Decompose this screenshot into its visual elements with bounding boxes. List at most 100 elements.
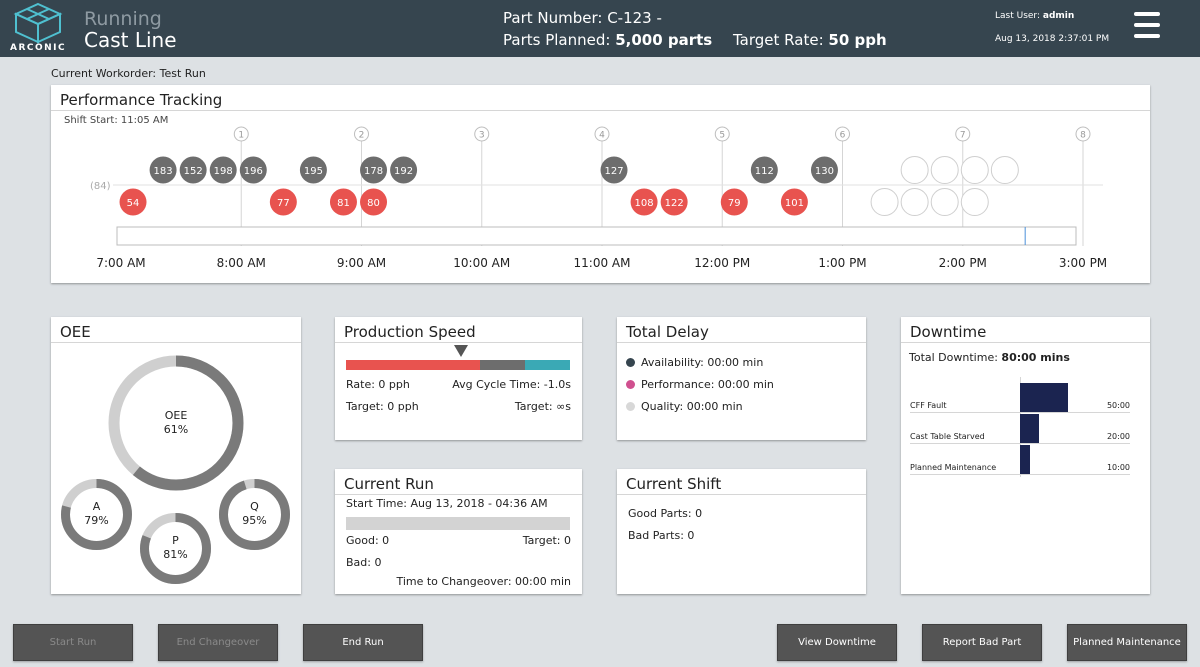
arconic-logo: ARCONIC (10, 2, 66, 54)
time-axis-label: 11:00 AM (573, 256, 631, 270)
availability-gauge-value: 79% (84, 514, 109, 527)
performance-gauge-label: P (172, 534, 179, 547)
last-user-value: admin (1042, 11, 1075, 21)
oee-gauge-label: OEE (164, 409, 188, 422)
hour-marker-number: 5 (719, 131, 725, 141)
hour-marker-number: 8 (1080, 131, 1086, 141)
empty-slot (930, 156, 959, 184)
run-bad-count: Bad: 0 (346, 556, 382, 569)
total-downtime: Total Downtime: 80:00 mins (909, 351, 1070, 364)
performance-timeline: 1 2 3 4 5 6 7 8 (84) 183 152 198 196 195 178 192 127 112 1… (90, 126, 1103, 246)
brand-name: ARCONIC (10, 43, 67, 53)
output-bubble-above-value: 112 (755, 166, 774, 177)
downtime-row: Cast Table Starved 20:00 (910, 414, 1130, 444)
output-bubble-above-value: 198 (214, 166, 233, 177)
downtime-bar (1020, 383, 1068, 412)
end-run-button[interactable]: End Run (303, 624, 423, 661)
cube-logo-icon (13, 2, 63, 44)
avg-cycle-time: Avg Cycle Time: -1.0s (452, 378, 571, 391)
target-rate: Target Rate: 50 pph (733, 31, 887, 49)
empty-slot (960, 156, 989, 184)
hour-marker-number: 1 (238, 131, 244, 141)
empty-slot (900, 188, 929, 216)
line-name: Cast Line (84, 28, 177, 52)
output-bubble-above-value: 127 (604, 166, 623, 177)
speed-bar-teal-zone (525, 360, 570, 370)
panel-title: Total Delay (626, 323, 709, 341)
performance-gauge-value: 81% (163, 548, 188, 561)
time-axis-label: 9:00 AM (336, 256, 387, 270)
part-number: Part Number: C-123 - (503, 9, 662, 27)
report-bad-part-button[interactable]: Report Bad Part (922, 624, 1042, 661)
panel-title: Current Shift (626, 475, 722, 493)
downtime-reason: CFF Fault (910, 401, 947, 410)
performance-tracking-panel: Performance Tracking Shift Start: 11:05 … (51, 85, 1150, 283)
availability-dot-icon (626, 358, 635, 367)
target-cycle-time: Target: ∞s (514, 400, 571, 413)
availability-gauge: A 79% (60, 478, 133, 551)
time-axis-label: 8:00 AM (216, 256, 266, 270)
shift-bad-parts: Bad Parts: 0 (628, 529, 695, 542)
downtime-reason: Cast Table Starved (910, 432, 985, 441)
oee-gauge: OEE 61% (107, 354, 245, 492)
output-bubble-below-value: 77 (277, 198, 290, 209)
hour-marker-number: 2 (359, 131, 365, 141)
parts-planned: Parts Planned: 5,000 parts (503, 31, 712, 49)
output-bubble-above-value: 192 (394, 166, 413, 177)
time-axis-label: 2:00 PM (938, 256, 987, 270)
hour-marker-number: 4 (599, 131, 605, 141)
total-downtime-value: 80:00 mins (1001, 351, 1070, 364)
run-target: Target: 0 (522, 534, 571, 547)
empty-slot (930, 188, 959, 216)
downtime-row: Planned Maintenance 10:00 (910, 445, 1130, 475)
current-workorder: Current Workorder: Test Run (51, 67, 206, 80)
downtime-reason: Planned Maintenance (910, 463, 997, 472)
oee-gauge-value: 61% (163, 423, 189, 436)
downtime-bar (1020, 414, 1040, 443)
availability-gauge-label: A (92, 500, 101, 513)
total-downtime-label: Total Downtime: (909, 351, 998, 364)
time-axis-label: 10:00 AM (453, 256, 511, 270)
speed-bar (346, 360, 570, 370)
output-bubble-below-value: 81 (337, 198, 350, 209)
delay-quality-label: Quality: 00:00 min (641, 400, 743, 413)
view-downtime-button[interactable]: View Downtime (777, 624, 897, 661)
current-shift-panel: Current Shift Good Parts: 0 Bad Parts: 0 (617, 469, 866, 594)
speed-bar-grey-zone (480, 360, 525, 370)
speed-target: Target: 0 pph (346, 400, 419, 413)
downtime-row: CFF Fault 50:00 (910, 383, 1130, 413)
performance-dot-icon (626, 380, 635, 389)
panel-title: Production Speed (344, 323, 476, 341)
end-changeover-button[interactable]: End Changeover (158, 624, 278, 661)
planned-maintenance-button[interactable]: Planned Maintenance (1067, 624, 1187, 661)
title-divider (901, 342, 1150, 343)
downtime-bar (1020, 445, 1030, 474)
parts-planned-value: 5,000 parts (615, 31, 713, 49)
output-bubble-below-value: 122 (665, 198, 684, 209)
start-run-button[interactable]: Start Run (13, 624, 133, 661)
output-bubble-above-value: 196 (244, 166, 263, 177)
output-bubble-below-value: 79 (728, 198, 741, 209)
speed-marker-icon (454, 345, 468, 357)
output-bubble-below-value: 54 (127, 198, 140, 209)
target-rate-label: Target Rate: (733, 31, 824, 49)
hamburger-icon[interactable] (1134, 12, 1160, 44)
line-status: Running (84, 8, 162, 30)
output-bubble-below-value: 108 (635, 198, 654, 209)
downtime-panel[interactable]: Downtime Total Downtime: 80:00 mins CFF … (901, 317, 1150, 594)
delay-availability-label: Availability: 00:00 min (641, 356, 764, 369)
run-start-time: Start Time: Aug 13, 2018 - 04:36 AM (346, 497, 548, 510)
title-divider (617, 494, 866, 495)
speed-bar-red-zone (346, 360, 480, 370)
current-datetime: Aug 13, 2018 2:37:01 PM (995, 34, 1110, 44)
delay-performance: Performance: 00:00 min (626, 378, 774, 391)
quality-gauge-label: Q (250, 500, 259, 513)
panel-title: Current Run (344, 475, 434, 493)
parts-planned-label: Parts Planned: (503, 31, 611, 49)
empty-slot (960, 188, 989, 216)
downtime-value: 50:00 (1106, 401, 1130, 410)
output-bubble-below-value: 101 (785, 198, 804, 209)
empty-slot (900, 156, 929, 184)
empty-slot (990, 156, 1019, 184)
output-bubble-above-value: 152 (184, 166, 203, 177)
